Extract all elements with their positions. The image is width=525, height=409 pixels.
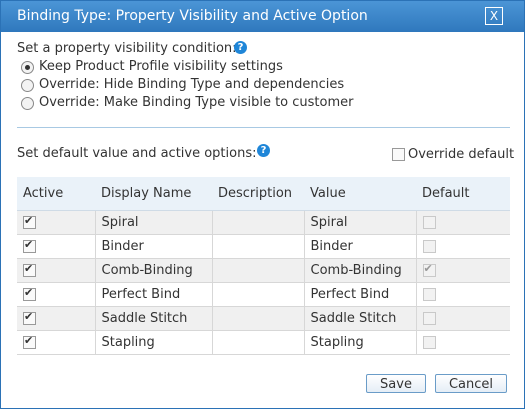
header-active: Active <box>17 177 95 211</box>
header-display-name: Display Name <box>95 177 212 211</box>
table-row: Perfect Bind Perfect Bind <box>17 282 510 307</box>
close-icon[interactable]: X <box>485 7 503 25</box>
cell-default <box>415 282 510 307</box>
cell-display-name: Stapling <box>94 330 212 355</box>
header-value: Value <box>304 177 416 211</box>
active-checkbox[interactable] <box>23 262 36 277</box>
binding-type-dialog: Binding Type: Property Visibility and Ac… <box>0 0 525 409</box>
binding-options-table: Active Display Name Description Value De… <box>17 177 510 355</box>
cell-value: Saddle Stitch <box>303 306 416 331</box>
cell-active <box>17 234 95 259</box>
cell-active <box>17 306 95 331</box>
cell-value: Stapling <box>303 330 416 355</box>
radio-label: Override: Make Binding Type visible to c… <box>39 95 354 110</box>
cell-default <box>415 306 510 331</box>
cell-default <box>415 210 510 235</box>
cell-description <box>211 234 304 259</box>
checkbox[interactable] <box>392 148 405 161</box>
help-icon[interactable]: ? <box>234 41 247 54</box>
default-checkbox <box>422 312 436 325</box>
cell-display-name: Saddle Stitch <box>94 306 212 331</box>
default-checkbox <box>422 216 436 229</box>
cell-default <box>415 234 510 259</box>
default-checkbox <box>422 288 436 301</box>
section-divider <box>17 127 510 128</box>
cell-display-name: Binder <box>94 234 212 259</box>
cell-active <box>17 330 95 355</box>
cell-default <box>415 258 510 283</box>
cell-value: Perfect Bind <box>303 282 416 307</box>
table-row: Comb-Binding Comb-Binding <box>17 258 510 283</box>
active-checkbox[interactable] <box>23 310 36 325</box>
help-icon[interactable]: ? <box>257 144 270 157</box>
visibility-condition-label: Set a property visibility condition: <box>17 41 237 56</box>
override-default-label: Override default <box>408 147 515 162</box>
cell-description <box>211 258 304 283</box>
cell-display-name: Spiral <box>94 210 212 235</box>
default-checkbox <box>422 262 436 277</box>
table-body: SpiralSpiralBinderBinderComb-BindingComb… <box>17 210 510 355</box>
header-default: Default <box>416 177 510 211</box>
radio-label: Override: Hide Binding Type and dependen… <box>39 77 345 92</box>
table-row: Spiral Spiral <box>17 210 510 235</box>
cell-value: Binder <box>303 234 416 259</box>
active-checkbox[interactable] <box>23 238 36 253</box>
table-header-row: Active Display Name Description Value De… <box>17 177 510 211</box>
cell-display-name: Perfect Bind <box>94 282 212 307</box>
cell-active <box>17 210 95 235</box>
cell-active <box>17 282 95 307</box>
cell-description <box>211 330 304 355</box>
save-button[interactable]: Save <box>366 374 426 393</box>
cell-description <box>211 306 304 331</box>
cell-value: Spiral <box>303 210 416 235</box>
cell-description <box>211 210 304 235</box>
override-default-checkbox[interactable]: Override default <box>392 147 514 162</box>
default-checkbox <box>422 240 436 253</box>
table-row: Stapling Stapling <box>17 330 510 355</box>
radio-button[interactable] <box>21 97 34 110</box>
cell-value: Comb-Binding <box>303 258 416 283</box>
table-row: Binder Binder <box>17 234 510 259</box>
dialog-title: Binding Type: Property Visibility and Ac… <box>17 8 368 24</box>
active-checkbox[interactable] <box>23 334 36 349</box>
cell-default <box>415 330 510 355</box>
radio-button-selected[interactable] <box>21 61 34 74</box>
dialog-titlebar[interactable]: Binding Type: Property Visibility and Ac… <box>1 1 524 32</box>
cell-active <box>17 258 95 283</box>
table-row: Saddle Stitch Saddle Stitch <box>17 306 510 331</box>
radio-label: Keep Product Profile visibility settings <box>39 59 283 74</box>
active-checkbox[interactable] <box>23 214 36 229</box>
header-description: Description <box>212 177 304 211</box>
cell-display-name: Comb-Binding <box>94 258 212 283</box>
cell-description <box>211 282 304 307</box>
default-checkbox <box>422 336 436 349</box>
cancel-button[interactable]: Cancel <box>435 374 507 393</box>
radio-button[interactable] <box>21 79 34 92</box>
default-options-label: Set default value and active options: <box>17 146 257 161</box>
active-checkbox[interactable] <box>23 286 36 301</box>
